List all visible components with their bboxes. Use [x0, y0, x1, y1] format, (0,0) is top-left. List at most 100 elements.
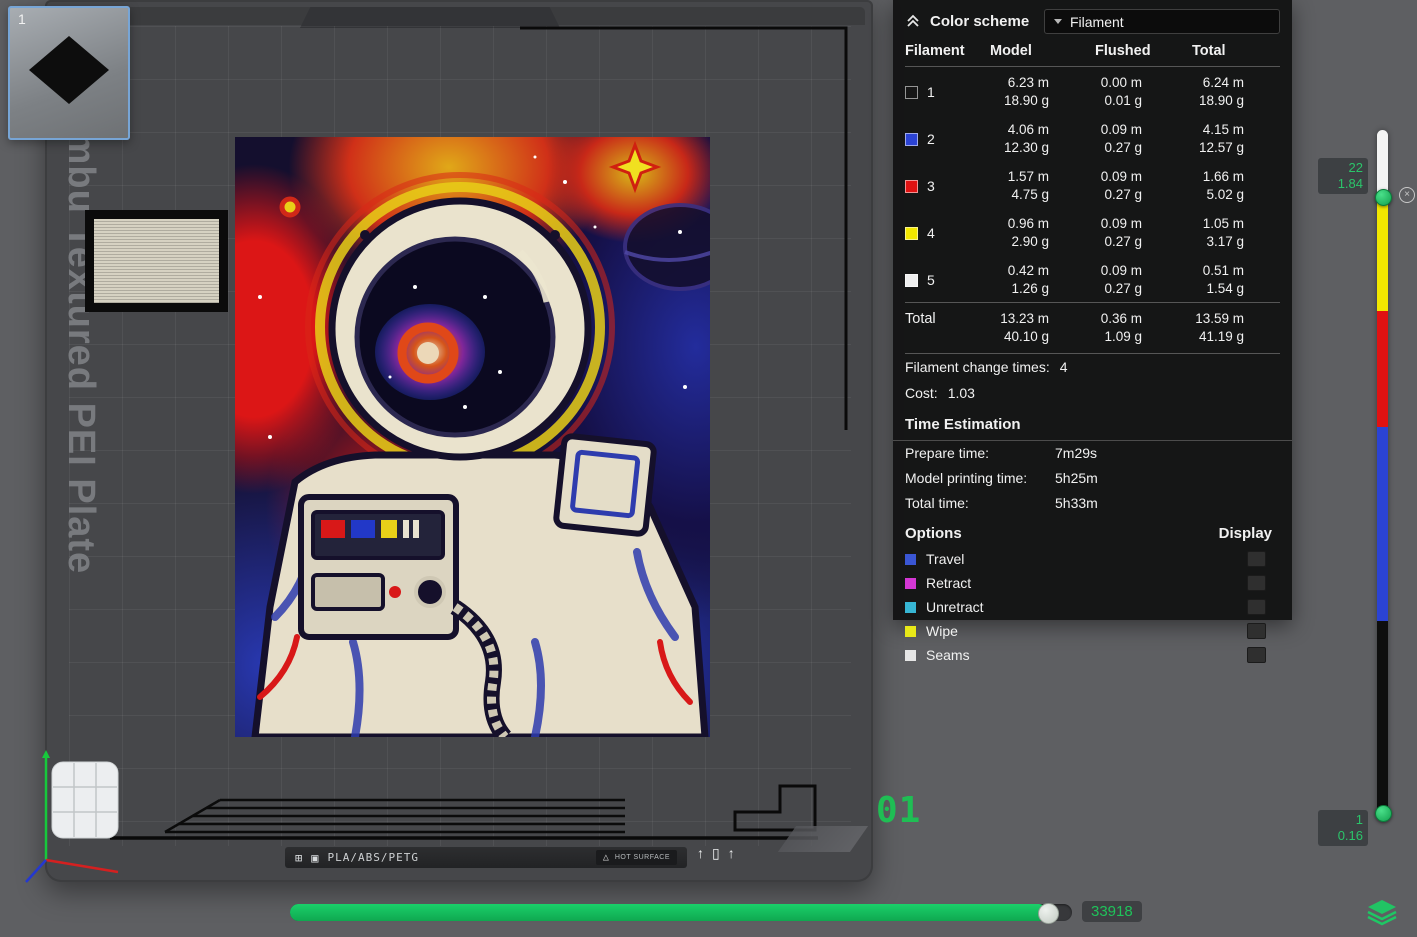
option-row: Wipe — [893, 619, 1292, 643]
warning-triangle-icon: △ — [603, 852, 610, 863]
model-usage: 6.23 m18.90 g — [990, 74, 1095, 110]
cost-line: Cost:1.03 — [893, 380, 1292, 406]
filament-color-swatch — [905, 133, 918, 146]
collapse-panel-icon[interactable] — [905, 14, 921, 29]
astronaut-illustration — [235, 137, 710, 737]
col-filament: Filament — [905, 43, 990, 59]
eject-icon: ↑ — [697, 845, 704, 862]
hot-surface-badge: △ HOT SURFACE — [596, 850, 677, 865]
close-range-icon[interactable]: × — [1399, 187, 1415, 203]
total-usage: 1.66 m5.02 g — [1192, 168, 1280, 204]
option-color-swatch — [905, 650, 916, 661]
plate-front-label-bar: ⊞ ▣ PLA/ABS/PETG △ HOT SURFACE — [285, 847, 687, 868]
time-row: Total time:5h33m — [893, 491, 1292, 516]
options-header: Options Display — [893, 516, 1292, 547]
scheme-select-value: Filament — [1070, 14, 1124, 30]
filament-row: 5 0.42 m1.26 g 0.09 m0.27 g 0.51 m1.54 g — [905, 255, 1280, 302]
display-column-header: Display — [1219, 525, 1272, 542]
filament-row: 1 6.23 m18.90 g 0.00 m0.01 g 6.24 m18.90… — [905, 67, 1280, 114]
filament-id: 5 — [927, 271, 935, 289]
flushed-usage: 0.09 m0.27 g — [1095, 215, 1192, 251]
flushed-usage: 0.00 m0.01 g — [1095, 74, 1192, 110]
layer-slider-bottom-label: 1 0.16 — [1318, 810, 1368, 846]
sliced-model-artwork[interactable] — [235, 137, 710, 737]
option-label: Unretract — [926, 599, 984, 615]
total-usage: 1.05 m3.17 g — [1192, 215, 1280, 251]
option-row: Retract — [893, 571, 1292, 595]
plate-handle-tab — [300, 7, 560, 28]
plate-thumbnail[interactable]: 1 — [8, 6, 130, 140]
slider-segment — [1377, 621, 1388, 820]
filament-id: 2 — [927, 130, 935, 148]
flushed-usage: 0.09 m0.27 g — [1095, 121, 1192, 157]
box-icon: ▯ — [712, 845, 720, 862]
move-count-badge: 33918 — [1082, 901, 1142, 922]
filament-id: 4 — [927, 224, 935, 242]
plate-texture-swatch — [85, 210, 228, 312]
chevron-down-icon — [1054, 19, 1062, 24]
plate-edge-icons: ↑ ▯ ↑ — [697, 845, 735, 862]
option-display-toggle[interactable] — [1247, 551, 1266, 567]
move-progress-slider[interactable] — [290, 904, 1072, 921]
filament-change-line: Filament change times:4 — [893, 354, 1292, 380]
filament-table-header: Filament Model Flushed Total — [905, 40, 1280, 67]
layers-view-icon[interactable] — [1366, 897, 1398, 929]
plate-thumbnail-number: 1 — [18, 11, 26, 27]
filament-row: 4 0.96 m2.90 g 0.09 m0.27 g 1.05 m3.17 g — [905, 208, 1280, 255]
material-compatibility-label: PLA/ABS/PETG — [327, 851, 418, 864]
option-display-toggle[interactable] — [1247, 575, 1266, 591]
origin-axes-indicator — [16, 748, 128, 888]
option-row: Unretract — [893, 595, 1292, 619]
total-usage: 0.51 m1.54 g — [1192, 262, 1280, 298]
layer-range-slider[interactable] — [1377, 130, 1388, 820]
progress-handle[interactable] — [1038, 903, 1059, 924]
option-color-swatch — [905, 602, 916, 613]
plate-number-overlay: 01 — [876, 790, 921, 831]
filament-color-swatch — [905, 180, 918, 193]
filament-id: 1 — [927, 83, 935, 101]
layer-slider-top-label: 22 1.84 — [1318, 158, 1368, 194]
option-display-toggle[interactable] — [1247, 647, 1266, 663]
model-usage: 0.96 m2.90 g — [990, 215, 1095, 251]
hot-surface-label: HOT SURFACE — [615, 854, 670, 861]
flushed-usage: 0.09 m0.27 g — [1095, 262, 1192, 298]
slider-segment — [1377, 196, 1388, 311]
totals-row: Total 13.23 m40.10 g 0.36 m1.09 g 13.59 … — [905, 302, 1280, 354]
time-estimation-title: Time Estimation — [893, 406, 1292, 440]
slider-segment — [1377, 311, 1388, 427]
filament-color-swatch — [905, 274, 918, 287]
color-scheme-select[interactable]: Filament — [1044, 9, 1280, 34]
nozzle-grid-icon: ⊞ — [295, 852, 303, 864]
filament-usage-table: Filament Model Flushed Total 1 6.23 m18.… — [893, 40, 1292, 354]
col-total: Total — [1192, 43, 1280, 59]
totals-model: 13.23 m40.10 g — [990, 310, 1095, 346]
filament-row: 2 4.06 m12.30 g 0.09 m0.27 g 4.15 m12.57… — [905, 114, 1280, 161]
layer-slider-track[interactable] — [1377, 130, 1388, 820]
option-display-toggle[interactable] — [1247, 599, 1266, 615]
option-label: Seams — [926, 647, 970, 663]
layer-slider-top-handle[interactable] — [1375, 189, 1392, 206]
totals-total: 13.59 m41.19 g — [1192, 310, 1280, 346]
build-plate[interactable]: Bambu Textured PEI Plate — [45, 0, 873, 882]
option-label: Travel — [926, 551, 964, 567]
col-model: Model — [990, 43, 1095, 59]
total-usage: 4.15 m12.57 g — [1192, 121, 1280, 157]
model-usage: 4.06 m12.30 g — [990, 121, 1095, 157]
option-display-toggle[interactable] — [1247, 623, 1266, 639]
model-usage: 0.42 m1.26 g — [990, 262, 1095, 298]
time-row: Model printing time:5h25m — [893, 466, 1292, 491]
filament-color-swatch — [905, 86, 918, 99]
slice-info-panel: Color scheme Filament Filament Model Flu… — [893, 0, 1292, 620]
plate-thumbnail-preview — [10, 8, 128, 138]
option-color-swatch — [905, 578, 916, 589]
eject-icon: ↑ — [728, 845, 735, 862]
option-row: Travel — [893, 547, 1292, 571]
filament-row: 3 1.57 m4.75 g 0.09 m0.27 g 1.66 m5.02 g — [905, 161, 1280, 208]
option-label: Wipe — [926, 623, 958, 639]
plate-name-text: Bambu Textured PEI Plate — [59, 80, 102, 574]
totals-flushed: 0.36 m1.09 g — [1095, 310, 1192, 346]
option-color-swatch — [905, 554, 916, 565]
option-label: Retract — [926, 575, 971, 591]
slider-segment — [1377, 427, 1388, 621]
layer-slider-bottom-handle[interactable] — [1375, 805, 1392, 822]
